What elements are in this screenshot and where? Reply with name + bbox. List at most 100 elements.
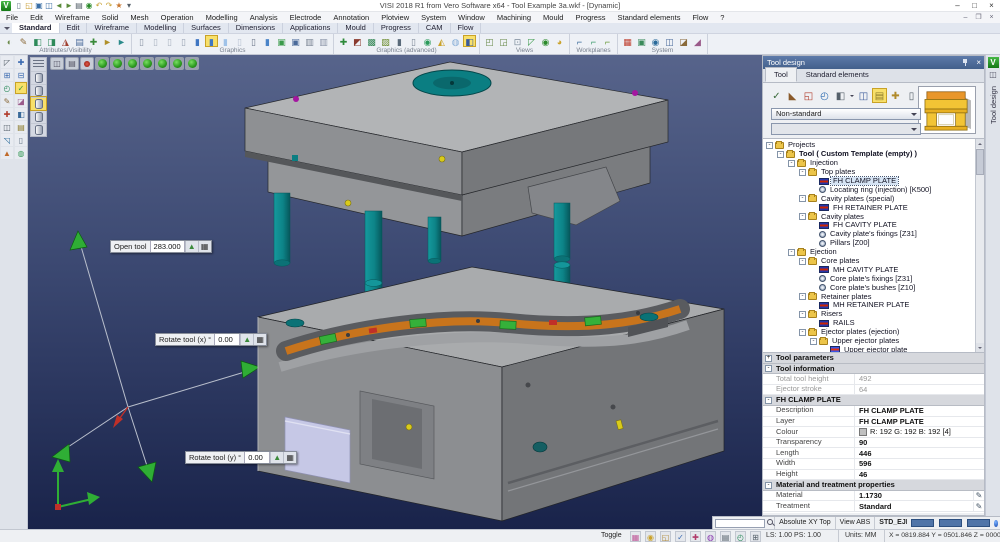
eraser-icon[interactable]: ◢ <box>691 35 704 47</box>
rotate-tool-y-value[interactable]: 0.00 <box>244 452 270 463</box>
shaded-edges-mode-icon[interactable]: ▮ <box>205 35 218 47</box>
menu-electrode[interactable]: Electrode <box>284 12 328 23</box>
redo-icon[interactable]: ↷ <box>104 0 114 11</box>
navigation-cube-icon[interactable]: ◧ <box>463 35 476 47</box>
tab-standard-elements[interactable]: Standard elements <box>797 67 878 82</box>
menu-modelling[interactable]: Modelling <box>200 12 244 23</box>
keyboard-input-icon[interactable]: ▦ <box>198 241 211 252</box>
mdi-minimize-button[interactable]: – <box>959 12 972 23</box>
view-face-icon[interactable]: ◕ <box>553 35 566 47</box>
param-value[interactable]: 90 <box>855 438 984 447</box>
collapse-box-icon[interactable]: - <box>766 142 773 149</box>
collapse-box-icon[interactable]: - <box>799 293 806 300</box>
param-value[interactable]: FH CLAMP PLATE <box>855 406 984 415</box>
tool-design-side-tab[interactable]: Tool design <box>989 86 998 124</box>
pin-icon[interactable] <box>962 59 968 66</box>
refresh-icon[interactable]: ◴ <box>817 88 832 103</box>
preview-cube-icon[interactable]: ◧ <box>833 88 848 103</box>
dynamic-sections-icon[interactable]: ✚ <box>337 35 350 47</box>
section-cylinder-3-icon[interactable] <box>31 97 46 110</box>
ribbon-tab-modelling[interactable]: Modelling <box>137 23 184 33</box>
menu-standard-elements[interactable]: Standard elements <box>611 12 686 23</box>
param-value[interactable]: 46 <box>855 470 984 479</box>
render-settings-icon[interactable]: ◍ <box>705 531 716 542</box>
minimize-button[interactable]: – <box>949 0 966 11</box>
close-button[interactable]: × <box>983 0 1000 11</box>
wireframe-mode-icon[interactable]: ▯ <box>135 35 148 47</box>
mdi-restore-button[interactable]: ❐ <box>972 12 985 23</box>
param-section-tool-parameters[interactable]: +Tool parameters <box>763 353 984 364</box>
collapse-box-icon[interactable]: - <box>810 338 817 345</box>
render-mode-icon[interactable]: ▣ <box>275 35 288 47</box>
menu-window[interactable]: Window <box>452 12 491 23</box>
hide-entities-icon[interactable]: ◨ <box>45 35 58 47</box>
workplane-edit-icon[interactable]: ⌐ <box>587 35 600 47</box>
section-cylinder-2-icon[interactable] <box>31 84 46 97</box>
tree-item-risers[interactable]: -Risers <box>765 310 974 319</box>
ambient-icon[interactable]: ◍ <box>449 35 462 47</box>
toolbar-customize-caret-icon[interactable] <box>0 23 12 33</box>
menu-mesh[interactable]: Mesh <box>124 12 154 23</box>
tree-item-injection[interactable]: -Injection <box>765 159 974 168</box>
keyboard-input-icon[interactable]: ▦ <box>283 452 296 463</box>
tree-scrollbar[interactable] <box>975 139 984 352</box>
edit-icon[interactable]: ✎ <box>973 491 984 500</box>
section-cylinder-4-icon[interactable] <box>31 110 46 123</box>
orbit-face-icon[interactable] <box>155 57 169 70</box>
outline-mode-icon[interactable]: ▯ <box>247 35 260 47</box>
hidden-line-mode-icon[interactable]: ▯ <box>149 35 162 47</box>
paste-icon[interactable]: ▤ <box>15 121 27 133</box>
highlight-icon[interactable]: ◉ <box>421 35 434 47</box>
search-input[interactable] <box>715 519 765 528</box>
print-icon[interactable]: ▤ <box>74 0 84 11</box>
chart-icon[interactable]: ◪ <box>677 35 690 47</box>
collapse-box-icon[interactable]: - <box>765 482 772 489</box>
section-cylinder-1-icon[interactable] <box>31 71 46 84</box>
analysis-mode-icon[interactable]: ▥ <box>317 35 330 47</box>
swap-visible-icon[interactable]: ► <box>101 35 114 47</box>
ribbon-tab-flow[interactable]: Flow <box>451 23 482 33</box>
clipping-box-icon[interactable]: ▩ <box>365 35 378 47</box>
maximize-button[interactable]: □ <box>966 0 983 11</box>
toggle-wireframe-icon[interactable]: ✚ <box>87 35 100 47</box>
globe-icon[interactable]: ◉ <box>649 35 662 47</box>
customize-icon[interactable]: ▾ <box>124 0 134 11</box>
transparent-mode-icon[interactable]: ▮ <box>219 35 232 47</box>
collapse-box-icon[interactable]: - <box>788 249 795 256</box>
ribbon-tab-standard[interactable]: Standard <box>12 23 60 33</box>
draft-analysis-icon[interactable]: ▮ <box>393 35 406 47</box>
orbit-y-icon[interactable] <box>125 57 139 70</box>
collapse-box-icon[interactable]: - <box>799 311 806 318</box>
erase-icon[interactable]: ◪ <box>15 95 27 107</box>
ribbon-tab-wireframe[interactable]: Wireframe <box>87 23 137 33</box>
attributes-icon[interactable]: ✎ <box>17 35 30 47</box>
recycle-icon[interactable]: ◍ <box>15 147 27 159</box>
lock-value-icon[interactable]: ▲ <box>185 241 198 252</box>
tree-item-tool-custom-template-empty[interactable]: -Tool ( Custom Template (empty) ) <box>765 150 974 159</box>
toggle-button[interactable]: Toggle <box>601 530 622 542</box>
show-entities-icon[interactable]: ◧ <box>31 35 44 47</box>
menu-flow[interactable]: Flow <box>686 12 714 23</box>
viewport-window-icon[interactable]: ◫ <box>50 57 64 70</box>
param-value[interactable]: FH CLAMP PLATE <box>855 417 984 426</box>
secondary-dropdown[interactable] <box>771 123 921 135</box>
menu-mould[interactable]: Mould <box>537 12 569 23</box>
delete-tool-icon[interactable]: ◱ <box>801 88 816 103</box>
menu-progress[interactable]: Progress <box>569 12 611 23</box>
pan-icon[interactable]: ✚ <box>15 56 27 68</box>
active-layer-status[interactable]: STD_EJEC <box>874 517 906 529</box>
rotate-tool-x-value[interactable]: 0.00 <box>214 334 240 345</box>
tree-item-ejection[interactable]: -Ejection <box>765 248 974 257</box>
workplane-create-icon[interactable]: ⌐ <box>573 35 586 47</box>
save-icon[interactable]: ▣ <box>34 0 44 11</box>
collapse-box-icon[interactable]: - <box>777 151 784 158</box>
plane-icon[interactable]: ◧ <box>15 108 27 120</box>
param-value[interactable]: 492 <box>855 374 984 383</box>
shaded-mode-icon[interactable]: ▮ <box>191 35 204 47</box>
open-tool-value[interactable]: 283.000 <box>150 241 185 252</box>
scroll-thumb[interactable] <box>976 149 984 175</box>
tree-item-upper-ejector-plate[interactable]: Upper ejector plate <box>765 345 974 353</box>
tree-item-locating-ring-injection-k500[interactable]: Locating ring (injection) [K500] <box>765 185 974 194</box>
undo-icon[interactable]: ↶ <box>94 0 104 11</box>
tree-item-fh-retainer-plate[interactable]: FH RETAINER PLATE <box>765 203 974 212</box>
